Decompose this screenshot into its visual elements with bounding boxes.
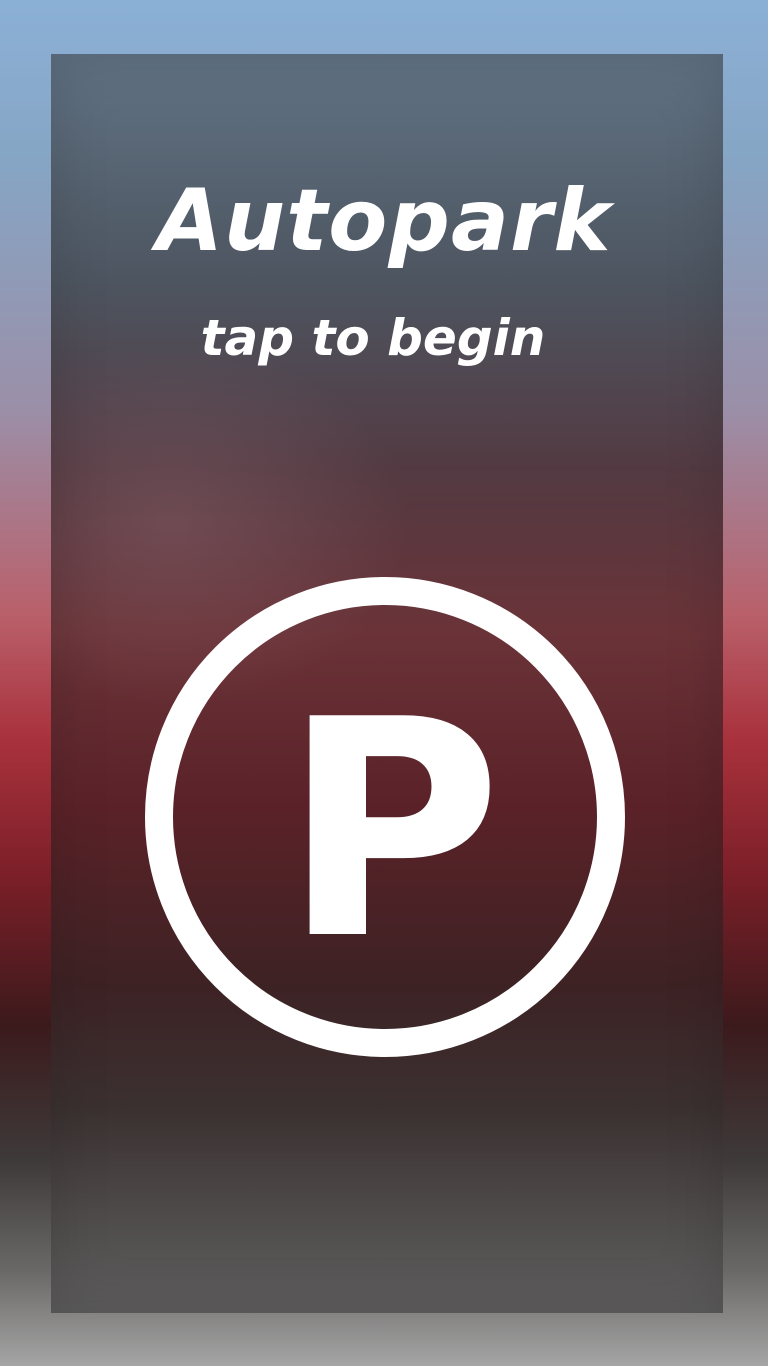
parking-icon: P xyxy=(145,577,625,1057)
parking-letter: P xyxy=(282,656,502,1005)
start-parking-button[interactable]: P xyxy=(144,576,626,1058)
app-title: Autopark xyxy=(156,171,612,271)
tap-to-begin-label[interactable]: tap to begin xyxy=(0,305,746,371)
